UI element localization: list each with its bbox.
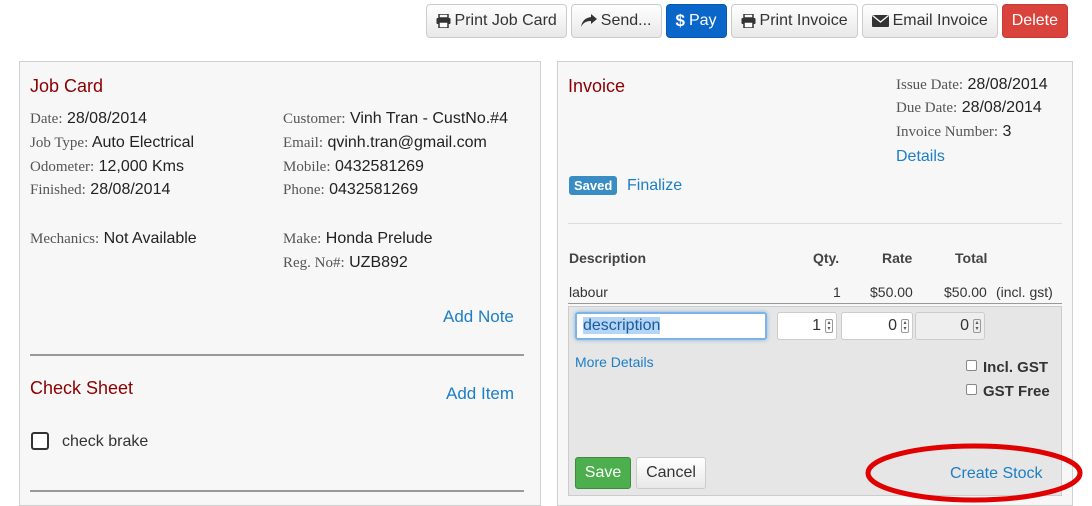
total-input-value: 0 [960, 317, 969, 334]
add-item-link[interactable]: Add Item [446, 384, 514, 404]
description-input[interactable]: description [575, 312, 767, 340]
col-total: Total [955, 250, 988, 266]
qty-spinner-icon[interactable]: ▴ ▾ [825, 319, 833, 333]
gst-free-label: GST Free [983, 383, 1050, 400]
send-label: Send... [600, 12, 652, 29]
check-sheet-title: Check Sheet [30, 378, 134, 398]
job-mechanics: Mechanics: Not Available [30, 230, 197, 247]
row-qty: 1 [833, 284, 841, 300]
print-invoice-button[interactable]: Print Invoice [730, 4, 858, 38]
rate-input[interactable]: 0 ▴ ▾ [841, 312, 913, 340]
rate-input-value: 0 [888, 317, 897, 334]
share-arrow-icon [580, 14, 597, 28]
rate-spinner-icon[interactable]: ▴ ▾ [901, 319, 909, 333]
delete-label: Delete [1011, 12, 1058, 29]
row-total: $50.00 [944, 284, 987, 300]
save-button[interactable]: Save [575, 457, 631, 489]
qty-input[interactable]: 1 ▴ ▾ [777, 312, 837, 340]
job-card-panel: Job Card Date: 28/08/2014 Job Type: Auto… [19, 61, 541, 506]
row-total-note: (incl. gst) [996, 284, 1053, 300]
job-odometer: Odometer: 12,000 Kms [30, 158, 184, 175]
finalize-link[interactable]: Finalize [627, 177, 682, 195]
print-invoice-label: Print Invoice [759, 12, 848, 29]
job-card-title: Job Card [30, 76, 104, 96]
details-link[interactable]: Details [896, 148, 945, 166]
col-rate: Rate [882, 250, 913, 266]
incl-gst-label: Incl. GST [983, 359, 1049, 376]
toolbar: Print Job Card Send... $ Pay Print Invoi… [425, 4, 1068, 38]
email-invoice-label: Email Invoice [892, 12, 988, 29]
print-job-card-button[interactable]: Print Job Card [425, 4, 567, 38]
check-brake-checkbox[interactable] [31, 432, 49, 450]
row-rate: $50.00 [870, 284, 913, 300]
job-date: Date: 28/08/2014 [30, 110, 148, 127]
qty-input-value: 1 [812, 317, 821, 334]
job-type: Job Type: Auto Electrical [30, 134, 195, 151]
invoice-header-divider [568, 223, 1062, 224]
save-label: Save [584, 464, 622, 481]
delete-button[interactable]: Delete [1001, 4, 1068, 38]
job-email: Email: qvinh.tran@gmail.com [283, 134, 487, 151]
job-finished: Finished: 28/08/2014 [30, 181, 171, 198]
send-button[interactable]: Send... [570, 4, 662, 38]
description-input-text: description [583, 317, 661, 334]
check-brake-label: check brake [62, 433, 149, 450]
cancel-label: Cancel [646, 464, 696, 481]
printer-icon [741, 14, 756, 28]
check-sheet-divider [30, 490, 524, 492]
job-reg: Reg. No#: UZB892 [283, 254, 408, 271]
cancel-button[interactable]: Cancel [636, 457, 706, 489]
col-description: Description [569, 250, 647, 266]
print-job-card-label: Print Job Card [454, 12, 557, 29]
gst-free-checkbox[interactable] [966, 384, 977, 395]
col-qty: Qty. [813, 250, 840, 266]
issue-date: Issue Date: 28/08/2014 [896, 76, 1048, 93]
invoice-number: Invoice Number: 3 [896, 123, 1012, 140]
envelope-icon [871, 15, 889, 27]
pay-button[interactable]: $ Pay [665, 4, 727, 38]
invoice-title: Invoice [568, 76, 626, 96]
total-input[interactable]: 0 ▴ ▾ [915, 312, 985, 340]
due-date: Due Date: 28/08/2014 [896, 99, 1042, 116]
job-customer: Customer: Vinh Tran - CustNo.#4 [283, 110, 508, 127]
job-make: Make: Honda Prelude [283, 230, 433, 247]
job-phone: Phone: 0432581269 [283, 181, 419, 198]
email-invoice-button[interactable]: Email Invoice [861, 4, 998, 38]
status-badge: Saved [569, 176, 618, 195]
add-note-link[interactable]: Add Note [443, 307, 514, 327]
job-mobile: Mobile: 0432581269 [283, 158, 424, 175]
incl-gst-checkbox[interactable] [966, 360, 977, 371]
pay-label: Pay [688, 12, 717, 29]
printer-icon [436, 14, 451, 28]
job-card-divider [30, 354, 524, 356]
row-divider [568, 303, 1062, 304]
annotation-ellipse [865, 443, 1083, 503]
more-details-link[interactable]: More Details [575, 354, 654, 370]
total-spinner-icon[interactable]: ▴ ▾ [973, 319, 981, 333]
row-description: labour [569, 284, 608, 300]
dollar-icon: $ [675, 11, 685, 30]
